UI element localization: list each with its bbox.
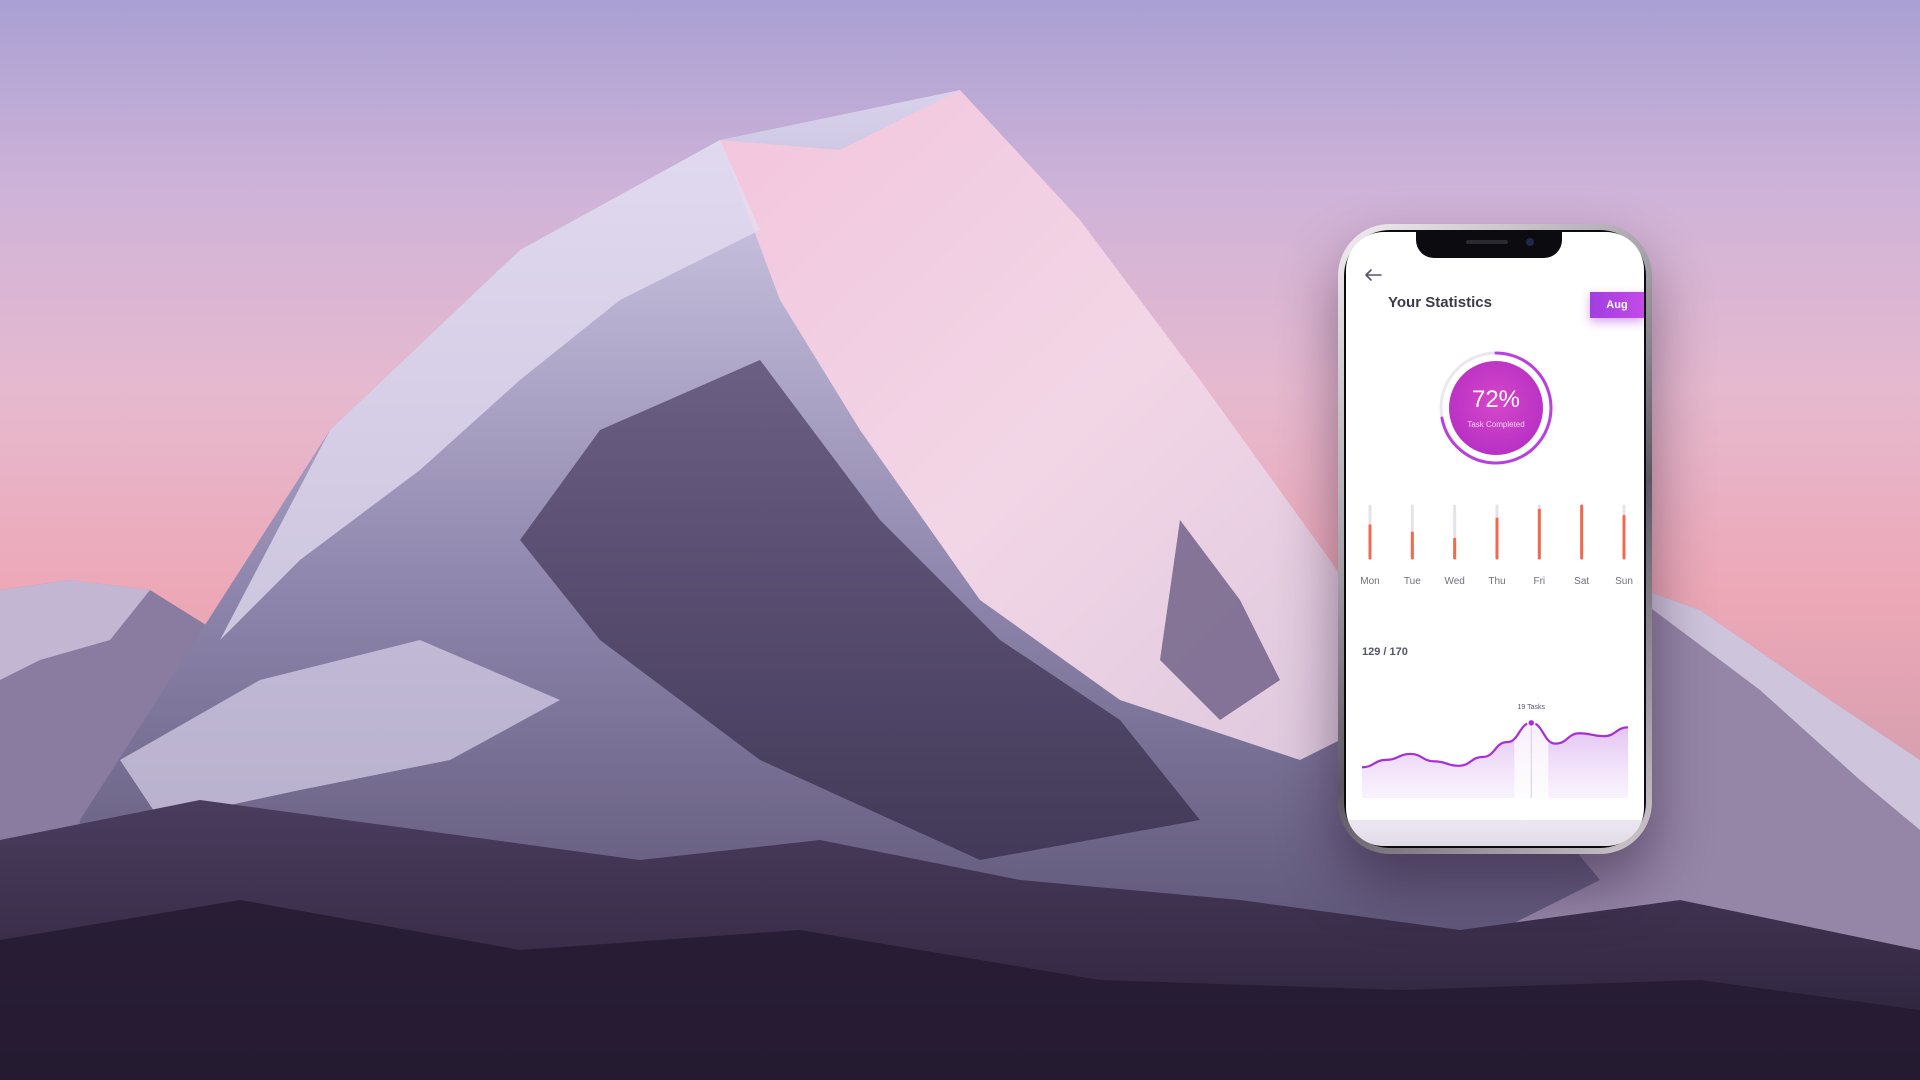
phone-notch bbox=[1416, 232, 1562, 258]
page-title: Your Statistics bbox=[1388, 294, 1492, 311]
monthly-line-chart: 19 TasksAug 24 bbox=[1361, 688, 1629, 798]
day-label-tue: Tue bbox=[1404, 576, 1421, 587]
progress-value: 72% bbox=[1471, 386, 1521, 413]
day-label-mon: Mon bbox=[1360, 576, 1379, 587]
day-label-thu: Thu bbox=[1488, 576, 1505, 587]
camera-icon bbox=[1526, 238, 1534, 246]
tooltip-tasks: 19 Tasks bbox=[1518, 704, 1546, 711]
phone-mockup: Your Statistics Aug 72% Task Completed M… bbox=[1338, 224, 1652, 854]
task-progress-ring: 72% Task Completed bbox=[1438, 350, 1554, 466]
day-label-wed: Wed bbox=[1444, 576, 1464, 587]
back-arrow-icon[interactable] bbox=[1364, 268, 1382, 282]
progress-label: Task Completed bbox=[1467, 420, 1525, 429]
weekly-bar-chart: Mon Tue Wed Thu Fri Sat Sun bbox=[1360, 504, 1633, 587]
month-selector-button[interactable]: Aug bbox=[1590, 292, 1644, 318]
day-label-fri: Fri bbox=[1533, 576, 1545, 587]
speaker-icon bbox=[1466, 240, 1508, 244]
day-label-sat: Sat bbox=[1574, 576, 1589, 587]
day-label-sun: Sun bbox=[1615, 576, 1633, 587]
desktop-background: Your Statistics Aug 72% Task Completed M… bbox=[0, 0, 1920, 1080]
phone-screen: Your Statistics Aug 72% Task Completed M… bbox=[1346, 232, 1644, 846]
line-point-7[interactable] bbox=[1527, 718, 1536, 728]
bottom-bar bbox=[1346, 820, 1644, 846]
